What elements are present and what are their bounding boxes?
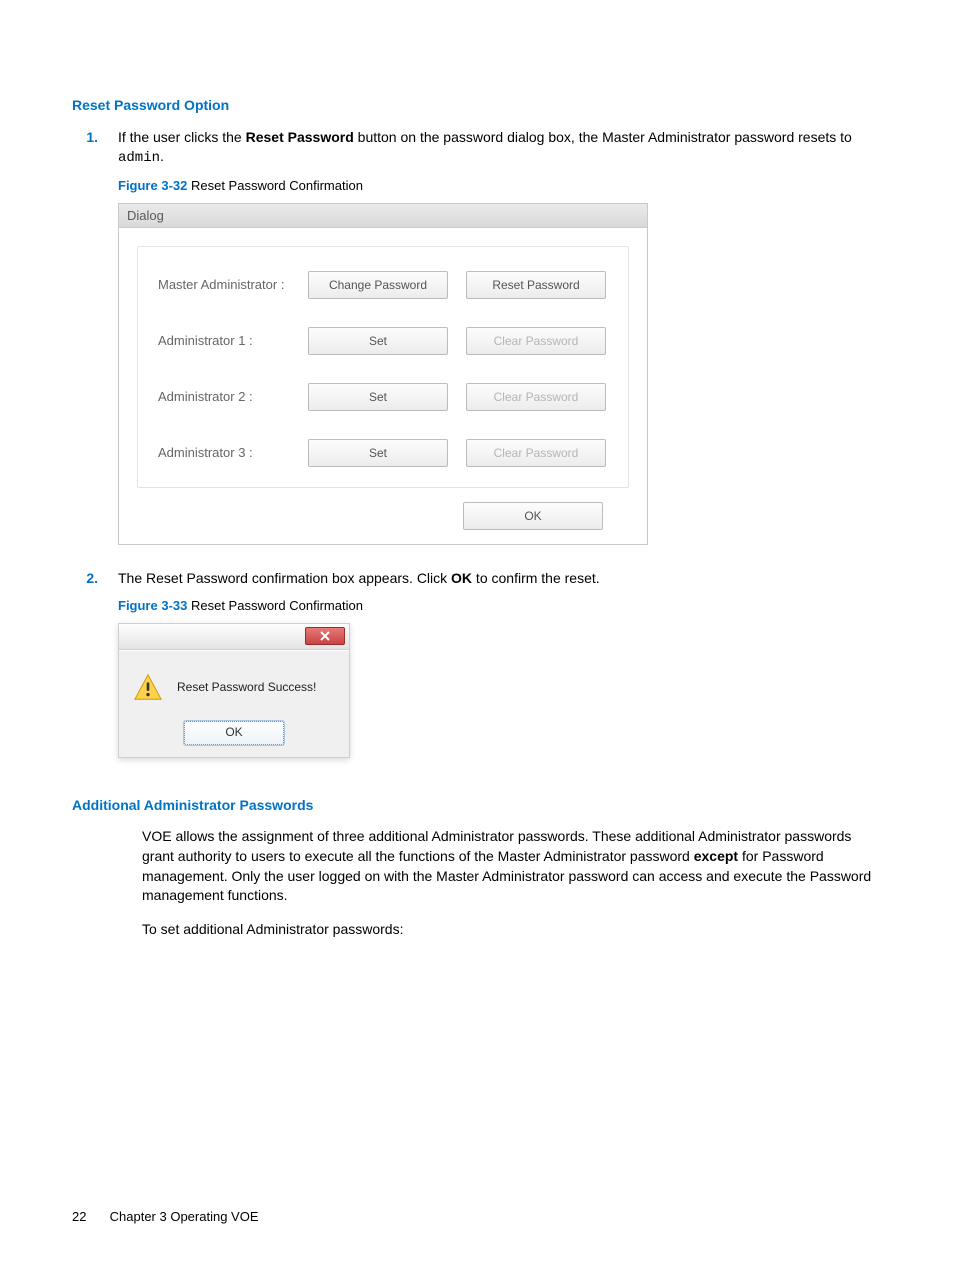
figure-title: Reset Password Confirmation: [187, 598, 363, 613]
set-button[interactable]: Set: [308, 439, 448, 467]
confirmation-dialog: Reset Password Success! OK: [118, 623, 350, 758]
close-icon: [320, 631, 330, 641]
clear-password-button: Clear Password: [466, 439, 606, 467]
step-number: 1.: [72, 128, 118, 563]
text: to confirm the reset.: [472, 570, 600, 586]
text: The Reset Password confirmation box appe…: [118, 570, 451, 586]
heading-additional-admin: Additional Administrator Passwords: [72, 796, 882, 816]
close-button[interactable]: [305, 627, 345, 645]
dialog-row-admin1: Administrator 1 : Set Clear Password: [158, 313, 616, 369]
warning-icon: [133, 673, 163, 703]
step1-text: If the user clicks the Reset Password bu…: [118, 128, 882, 169]
clear-password-button: Clear Password: [466, 383, 606, 411]
set-button[interactable]: Set: [308, 327, 448, 355]
text: button on the password dialog box, the M…: [354, 129, 852, 145]
code-admin: admin: [118, 150, 160, 166]
heading-reset-password-option: Reset Password Option: [72, 96, 882, 116]
row-label: Master Administrator :: [158, 276, 308, 294]
row-label: Administrator 3 :: [158, 444, 308, 462]
clear-password-button: Clear Password: [466, 327, 606, 355]
figure-title: Reset Password Confirmation: [187, 178, 363, 193]
bold-reset-password: Reset Password: [246, 129, 354, 145]
dialog-titlebar: [119, 624, 349, 650]
additional-paragraph: VOE allows the assignment of three addit…: [72, 827, 882, 905]
bold-except: except: [694, 848, 738, 864]
figure-number: Figure 3-33: [118, 598, 187, 613]
ok-button[interactable]: OK: [184, 721, 284, 745]
text: If the user clicks the: [118, 129, 246, 145]
dialog-row-master: Master Administrator : Change Password R…: [158, 257, 616, 313]
page-number: 22: [72, 1208, 106, 1226]
dialog-row-admin3: Administrator 3 : Set Clear Password: [158, 425, 616, 481]
figure-number: Figure 3-32: [118, 178, 187, 193]
bold-ok: OK: [451, 570, 472, 586]
row-label: Administrator 2 :: [158, 388, 308, 406]
additional-paragraph-2: To set additional Administrator password…: [72, 920, 882, 940]
dialog-message: Reset Password Success!: [177, 679, 316, 696]
text: .: [160, 148, 164, 164]
set-button[interactable]: Set: [308, 383, 448, 411]
page-footer: 22 Chapter 3 Operating VOE: [72, 1208, 258, 1226]
figure-caption: Figure 3-33 Reset Password Confirmation: [118, 597, 882, 615]
dialog-titlebar: Dialog: [119, 204, 647, 228]
reset-password-button[interactable]: Reset Password: [466, 271, 606, 299]
password-dialog: Dialog Master Administrator : Change Pas…: [118, 203, 648, 545]
figure-caption: Figure 3-32 Reset Password Confirmation: [118, 177, 882, 195]
step-number: 2.: [72, 569, 118, 786]
chapter-label: Chapter 3 Operating VOE: [110, 1209, 259, 1224]
ok-button[interactable]: OK: [463, 502, 603, 530]
row-label: Administrator 1 :: [158, 332, 308, 350]
step2-text: The Reset Password confirmation box appe…: [118, 569, 882, 589]
change-password-button[interactable]: Change Password: [308, 271, 448, 299]
dialog-row-admin2: Administrator 2 : Set Clear Password: [158, 369, 616, 425]
